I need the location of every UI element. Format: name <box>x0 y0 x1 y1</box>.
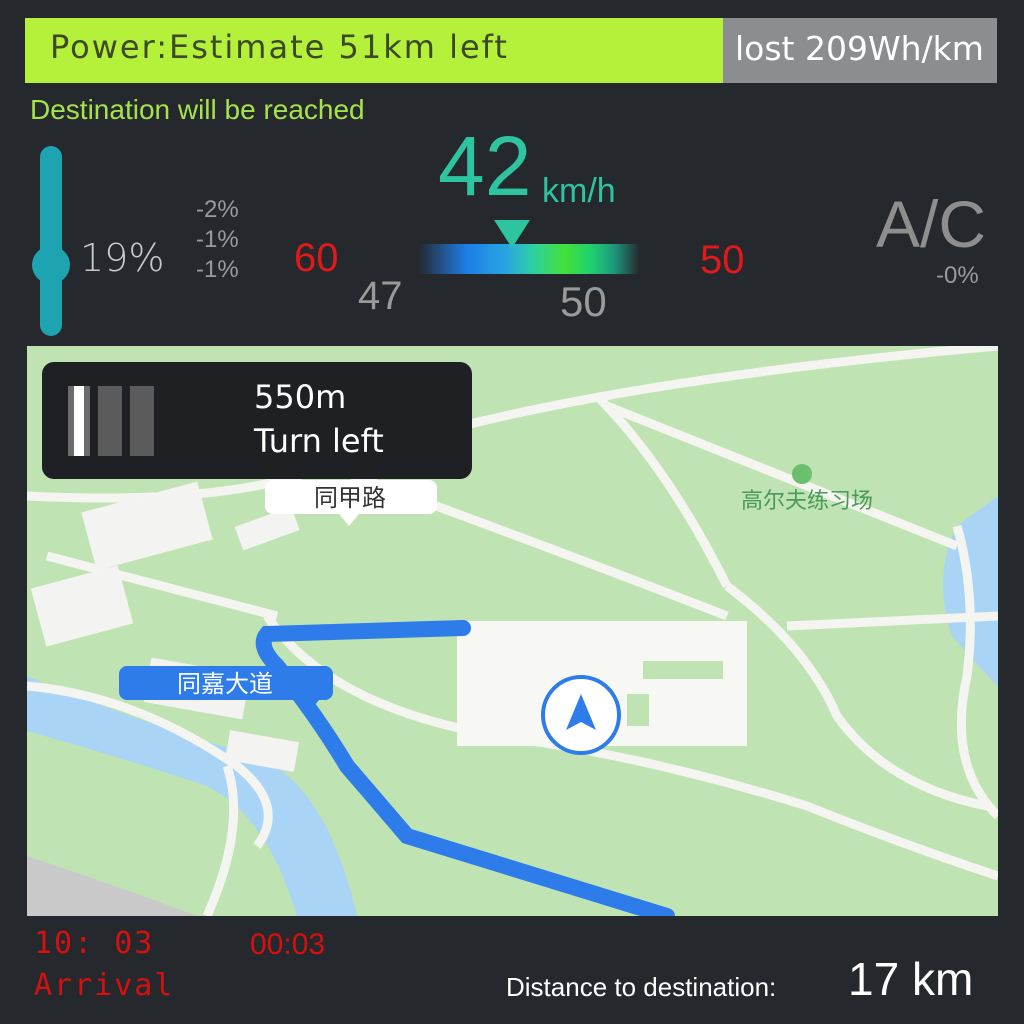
ac-label[interactable]: A/C <box>876 186 986 262</box>
turn-instruction: Turn left <box>254 422 384 460</box>
speed-scale-right: 50 <box>560 278 607 325</box>
battery-percent: 19% <box>80 236 165 280</box>
golf-poi-icon <box>792 464 812 484</box>
battery-slider-knob[interactable] <box>32 246 70 284</box>
speed-gradient-bar <box>418 244 640 274</box>
battery-slider-track[interactable] <box>40 146 62 336</box>
consumption-text: lost 209Wh/km <box>735 29 984 68</box>
speed-unit: km/h <box>542 172 616 210</box>
arrival-time: 10: 03 <box>34 926 155 961</box>
speed-scale-left: 47 <box>358 274 403 318</box>
next-turn-distance: 550m <box>254 378 347 416</box>
consumption-item: -2% <box>196 196 239 223</box>
distance-value: 17 km <box>848 953 974 1005</box>
consumption-item: -1% <box>196 226 239 253</box>
arrival-label: Arrival <box>34 968 175 1003</box>
power-estimate-text: Power:Estimate 51km left <box>50 28 509 66</box>
consumption-item: -1% <box>196 256 239 283</box>
speed-marker-icon <box>494 220 530 248</box>
street-label-top: 同甲路 <box>314 484 386 512</box>
lane-highlight <box>74 386 84 456</box>
distance-label: Distance to destination: <box>506 972 777 1002</box>
poi-label: 高尔夫练习场 <box>741 489 873 514</box>
destination-message: Destination will be reached <box>30 94 365 125</box>
lane-indicator <box>98 386 122 456</box>
lane-indicator <box>130 386 154 456</box>
current-speed: 42 <box>438 119 532 213</box>
speed-limit-right: 50 <box>700 238 745 282</box>
elapsed-time: 00:03 <box>250 928 326 961</box>
street-label-left: 同嘉大道 <box>177 670 273 698</box>
ac-percent: -0% <box>936 262 979 289</box>
speed-limit-left: 60 <box>294 236 339 280</box>
